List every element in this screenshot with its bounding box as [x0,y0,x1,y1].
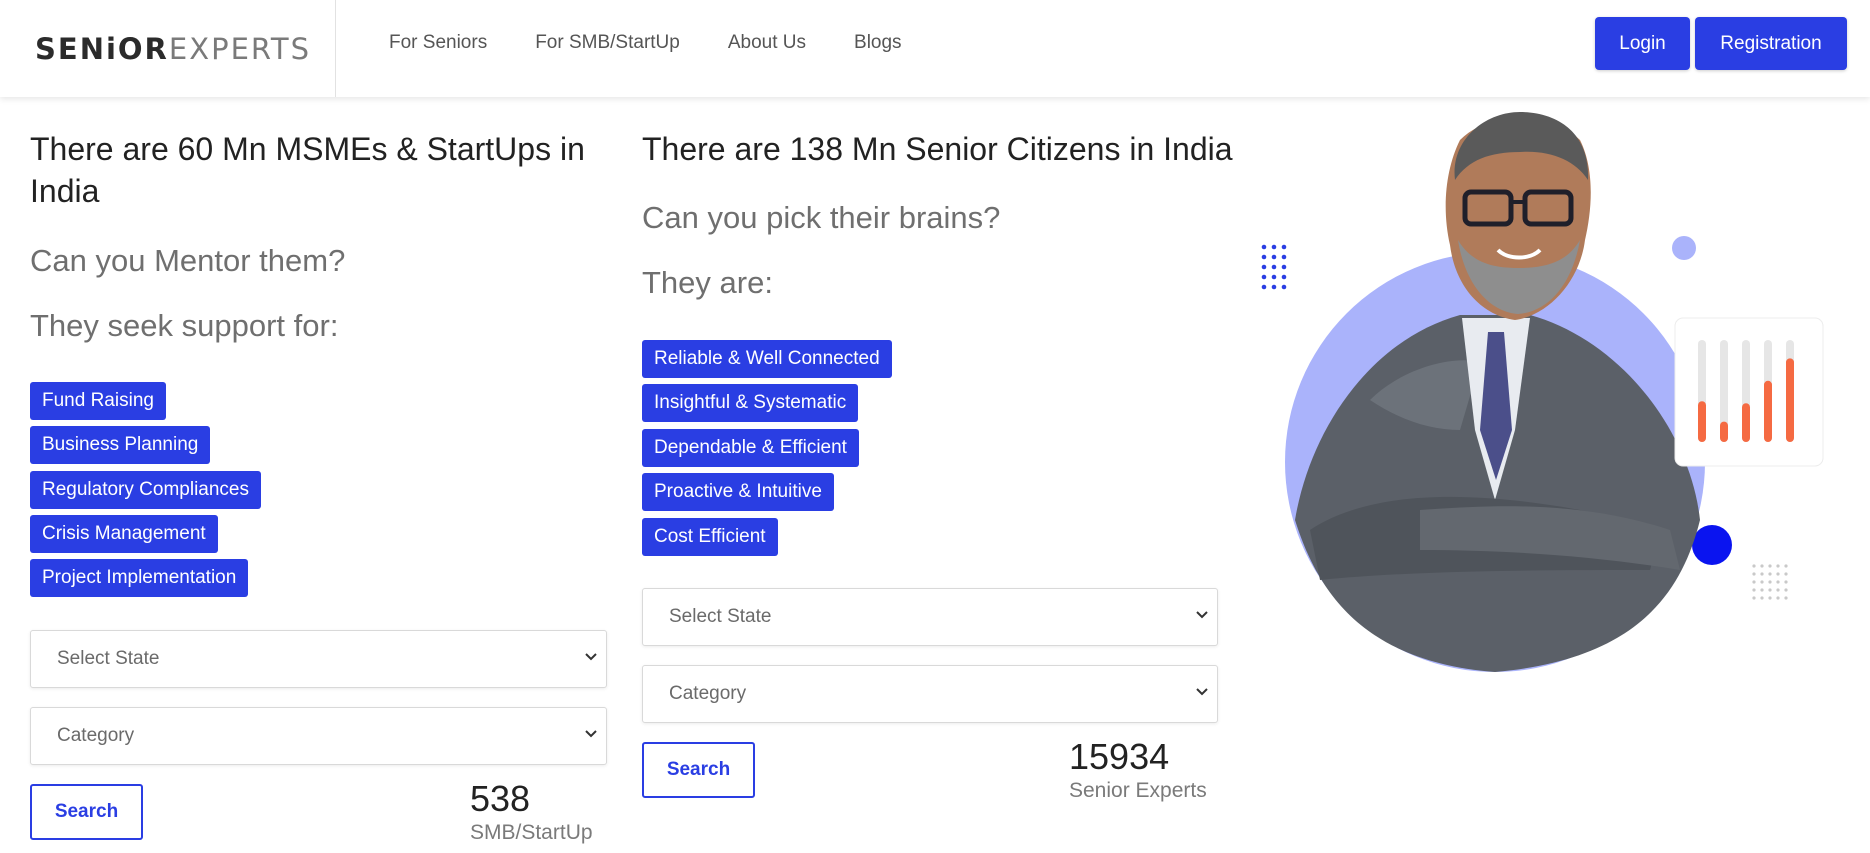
smb-state-select[interactable]: Select State [30,630,607,688]
smb-tag-regulatory-compliances: Regulatory Compliances [30,471,261,509]
nav-for-smb-startup[interactable]: For SMB/StartUp [535,32,680,54]
senior-tag-dependable: Dependable & Efficient [642,429,859,467]
senior-tag-insightful: Insightful & Systematic [642,384,859,422]
smb-category-select[interactable]: Category [30,707,607,765]
nav-blogs[interactable]: Blogs [854,32,902,54]
smb-tag-crisis-management: Crisis Management [30,515,218,553]
senior-count-label: Senior Experts [1069,779,1207,802]
chart-bar [1698,401,1706,442]
chevron-down-icon [1196,688,1208,696]
chart-bar [1742,403,1750,442]
site-logo[interactable]: SENiOR EXPERTS [35,32,311,66]
logo-experts: EXPERTS [168,31,312,66]
logo-area: SENiOR EXPERTS [0,0,336,97]
chevron-down-icon [1196,611,1208,619]
senior-subhead: They are: [642,265,773,300]
senior-state-select-value: Select State [669,606,772,627]
senior-count: 15934 [1069,736,1170,777]
senior-state-select[interactable]: Select State [642,588,1218,646]
nav-for-seniors[interactable]: For Seniors [389,32,487,54]
chart-bar [1764,380,1772,442]
smb-state-select-value: Select State [57,648,160,669]
senior-question: Can you pick their brains? [642,200,1001,235]
senior-tag-cost-efficient: Cost Efficient [642,518,778,556]
smb-tag-business-planning: Business Planning [30,426,211,464]
chevron-down-icon [585,653,597,661]
dot-grid-icon [1261,244,1287,290]
senior-headline: There are 138 Mn Senior Citizens in Indi… [642,131,1233,167]
hero-illustration [1250,100,1850,680]
person-crossed-arms-photo [1261,112,1824,672]
smb-tag-fund-raising: Fund Raising [30,382,166,420]
senior-tag-proactive: Proactive & Intuitive [642,473,834,511]
registration-button[interactable]: Registration [1695,17,1847,70]
smb-panel: There are 60 Mn MSMEs & StartUps in Indi… [30,128,610,853]
senior-category-select[interactable]: Category [642,665,1218,723]
smb-subhead: They seek support for: [30,308,339,343]
senior-search-button[interactable]: Search [642,742,755,798]
smb-count: 538 [470,778,531,819]
smb-question: Can you Mentor them? [30,243,346,278]
smb-count-label: SMB/StartUp [470,821,593,844]
site-header: SENiOR EXPERTS For Seniors For SMB/StartU… [0,0,1870,97]
login-button[interactable]: Login [1595,17,1690,70]
bar-chart-card-icon [1674,317,1824,467]
senior-category-select-value: Category [669,683,747,704]
senior-panel: There are 138 Mn Senior Citizens in Indi… [642,128,1233,828]
main-nav: For Seniors For SMB/StartUp About Us Blo… [389,0,902,86]
chart-bar [1720,421,1728,442]
senior-tag-reliable: Reliable & Well Connected [642,340,892,378]
chart-bar [1786,358,1794,442]
chevron-down-icon [585,730,597,738]
smb-search-button[interactable]: Search [30,784,143,840]
smb-headline: There are 60 Mn MSMEs & StartUps in Indi… [30,131,585,209]
nav-about-us[interactable]: About Us [728,32,806,54]
smb-tag-project-implementation: Project Implementation [30,559,249,597]
smb-category-select-value: Category [57,725,135,746]
logo-senior: SENiOR [35,31,169,66]
